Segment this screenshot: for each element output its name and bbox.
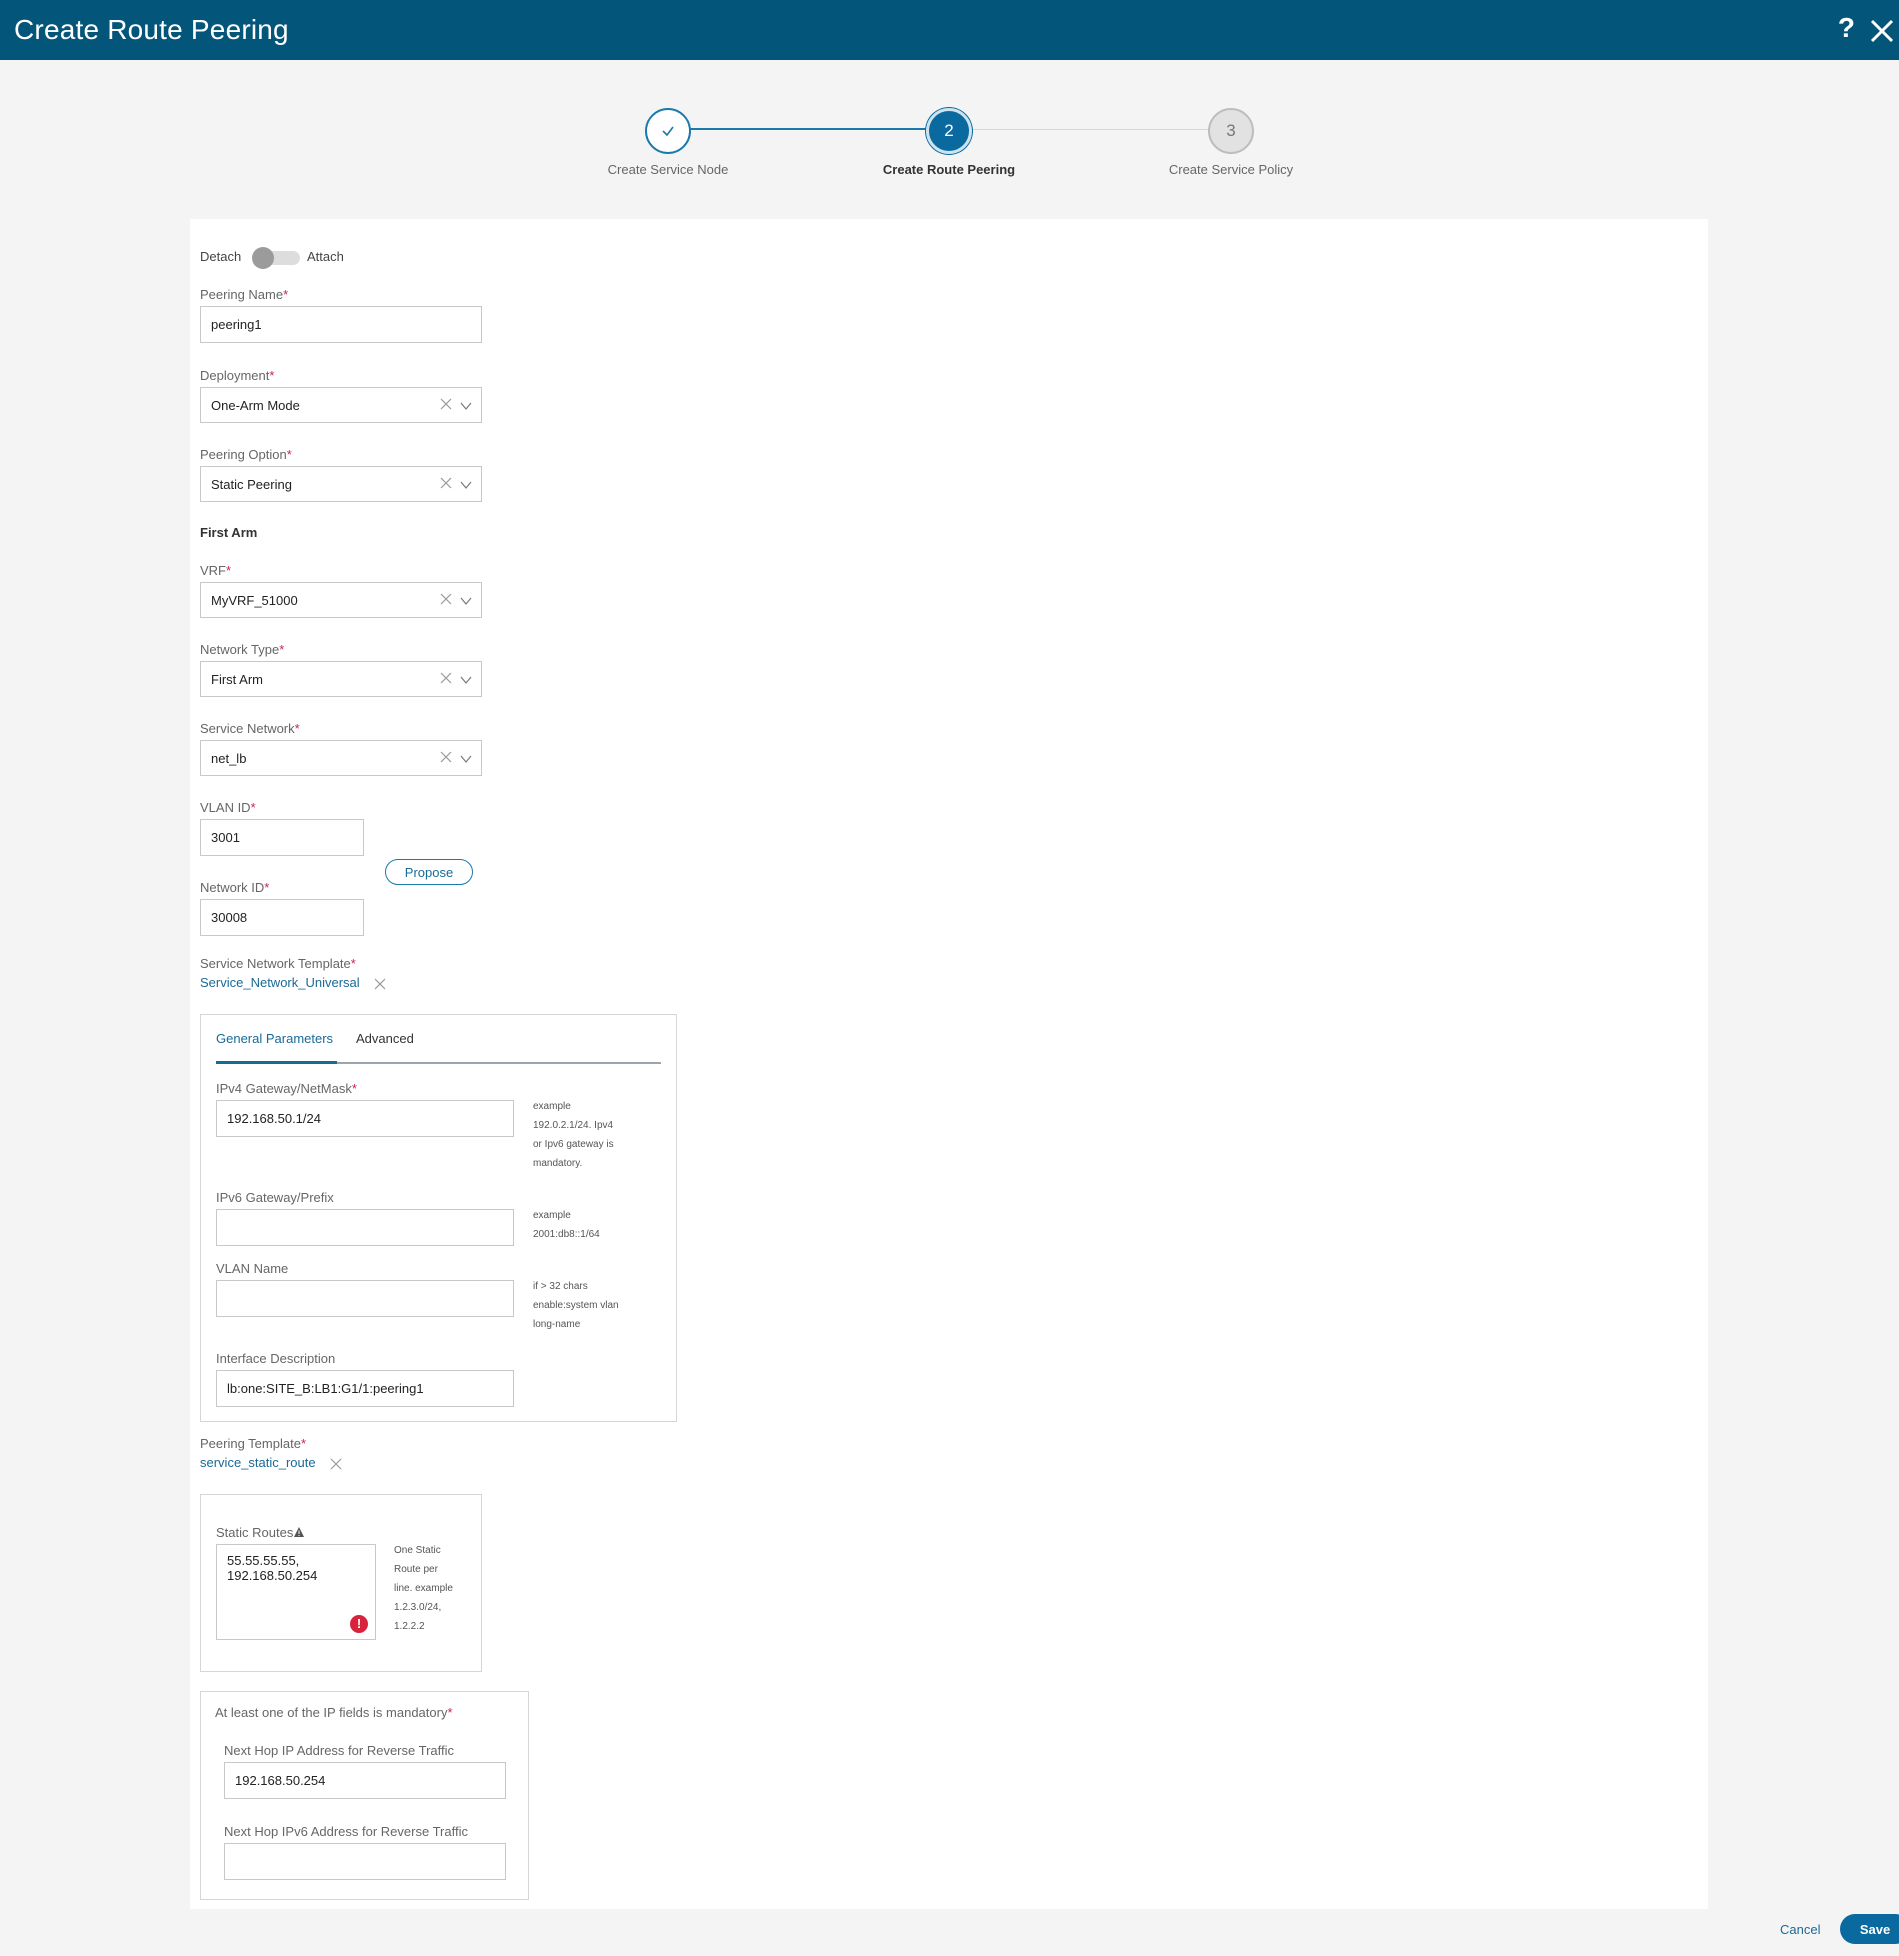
first-arm-heading: First Arm (200, 525, 258, 540)
vrf-select[interactable]: MyVRF_51000 (200, 582, 482, 618)
step-connector-done (690, 128, 926, 130)
chevron-down-icon[interactable] (459, 399, 473, 413)
interface-description-label: Interface Description (216, 1351, 336, 1366)
next-hop-ipv6-input[interactable] (224, 1843, 506, 1880)
interface-description-input[interactable]: lb:one:SITE_B:LB1:G1/1:peering1 (216, 1370, 514, 1407)
peering-template-label: Peering Template* (200, 1436, 306, 1451)
close-icon[interactable] (1865, 14, 1899, 48)
attach-label: Attach (307, 249, 344, 264)
step-connector-pending (972, 129, 1208, 130)
ipv4-help-text: example 192.0.2.1/24. Ipv4 or Ipv6 gatew… (533, 1101, 614, 1169)
service-network-select[interactable]: net_lb (200, 740, 482, 776)
next-hop-ipv4-input[interactable]: 192.168.50.254 (224, 1762, 506, 1799)
step-2-label: Create Route Peering (882, 162, 1016, 177)
clear-icon[interactable] (439, 671, 453, 685)
tab-general-parameters[interactable]: General Parameters (216, 1031, 333, 1046)
network-type-label: Network Type* (200, 642, 285, 657)
step-1-circle[interactable] (645, 108, 691, 154)
deployment-value: One-Arm Mode (211, 397, 300, 413)
network-id-input[interactable]: 30008 (200, 899, 364, 936)
next-hop-box: At least one of the IP fields is mandato… (200, 1691, 529, 1900)
static-routes-box: Static Routes 55.55.55.55, 192.168.50.25… (200, 1494, 482, 1672)
ipv6-gateway-label: IPv6 Gateway/Prefix (216, 1190, 334, 1205)
vlan-name-help-text: if > 32 chars enable:system vlan long-na… (533, 1281, 619, 1330)
service-network-template-label: Service Network Template* (200, 956, 356, 971)
chevron-down-icon[interactable] (459, 478, 473, 492)
vrf-value: MyVRF_51000 (211, 592, 298, 608)
step-3-label: Create Service Policy (1168, 162, 1294, 177)
cancel-button[interactable]: Cancel (1780, 1922, 1820, 1937)
modal-header: Create Route Peering ? (0, 0, 1899, 60)
static-routes-help-text: One Static Route per line. example 1.2.3… (394, 1545, 453, 1632)
step-3-circle[interactable]: 3 (1208, 108, 1254, 154)
service-network-value: net_lb (211, 750, 247, 766)
ipv4-gateway-input[interactable]: 192.168.50.1/24 (216, 1100, 514, 1137)
next-hop-ipv4-label: Next Hop IP Address for Reverse Traffic (224, 1743, 455, 1758)
remove-peering-template-icon[interactable] (330, 1458, 342, 1470)
peering-option-select[interactable]: Static Peering (200, 466, 482, 502)
propose-button[interactable]: Propose (385, 859, 473, 885)
deployment-label: Deployment* (200, 368, 275, 383)
network-type-select[interactable]: First Arm (200, 661, 482, 697)
vlan-name-label: VLAN Name (216, 1261, 289, 1276)
network-template-params-box: General Parameters Advanced IPv4 Gateway… (200, 1014, 677, 1422)
clear-icon[interactable] (439, 592, 453, 606)
peering-option-value: Static Peering (211, 476, 292, 492)
warning-icon (294, 1527, 305, 1537)
clear-icon[interactable] (439, 750, 453, 764)
network-type-value: First Arm (211, 671, 263, 687)
tab-active-indicator (216, 1061, 337, 1064)
step-2-circle[interactable]: 2 (926, 108, 972, 154)
ip-fields-note: At least one of the IP fields is mandato… (215, 1705, 453, 1720)
vlan-name-input[interactable] (216, 1280, 514, 1317)
static-routes-label: Static Routes (216, 1525, 305, 1540)
vlan-id-label: VLAN ID* (200, 800, 256, 815)
detach-label: Detach (200, 249, 242, 264)
next-hop-ipv6-label: Next Hop IPv6 Address for Reverse Traffi… (224, 1824, 468, 1839)
wizard-stepper: Create Service Node 2 Create Route Peeri… (0, 104, 1899, 184)
network-id-label: Network ID* (200, 880, 270, 895)
remove-template-icon[interactable] (374, 978, 386, 990)
help-icon[interactable]: ? (1838, 12, 1855, 44)
vlan-id-input[interactable]: 3001 (200, 819, 364, 856)
chevron-down-icon[interactable] (459, 752, 473, 766)
tab-advanced[interactable]: Advanced (356, 1031, 414, 1046)
ipv4-gateway-label: IPv4 Gateway/NetMask* (216, 1081, 357, 1096)
clear-icon[interactable] (439, 476, 453, 490)
deployment-select[interactable]: One-Arm Mode (200, 387, 482, 423)
attach-toggle[interactable] (252, 247, 300, 269)
peering-name-label: Peering Name* (200, 287, 289, 302)
clear-icon[interactable] (439, 397, 453, 411)
peering-option-label: Peering Option* (200, 447, 292, 462)
modal-title: Create Route Peering (14, 14, 289, 45)
toggle-knob (252, 247, 274, 269)
form-panel: Detach Attach Peering Name* peering1 Dep… (190, 219, 1708, 1909)
service-network-label: Service Network* (200, 721, 300, 736)
check-icon (662, 126, 674, 137)
save-button[interactable]: Save (1840, 1914, 1899, 1944)
ipv6-gateway-input[interactable] (216, 1209, 514, 1246)
chevron-down-icon[interactable] (459, 594, 473, 608)
ipv6-help-text: example 2001:db8::1/64 (533, 1210, 600, 1240)
step-1-label: Create Service Node (607, 162, 729, 177)
peering-template-link[interactable]: service_static_route (200, 1455, 316, 1470)
service-network-template-link[interactable]: Service_Network_Universal (200, 975, 360, 990)
peering-name-input[interactable]: peering1 (200, 306, 482, 343)
error-icon: ! (350, 1615, 368, 1633)
vrf-label: VRF* (200, 563, 232, 578)
chevron-down-icon[interactable] (459, 673, 473, 687)
